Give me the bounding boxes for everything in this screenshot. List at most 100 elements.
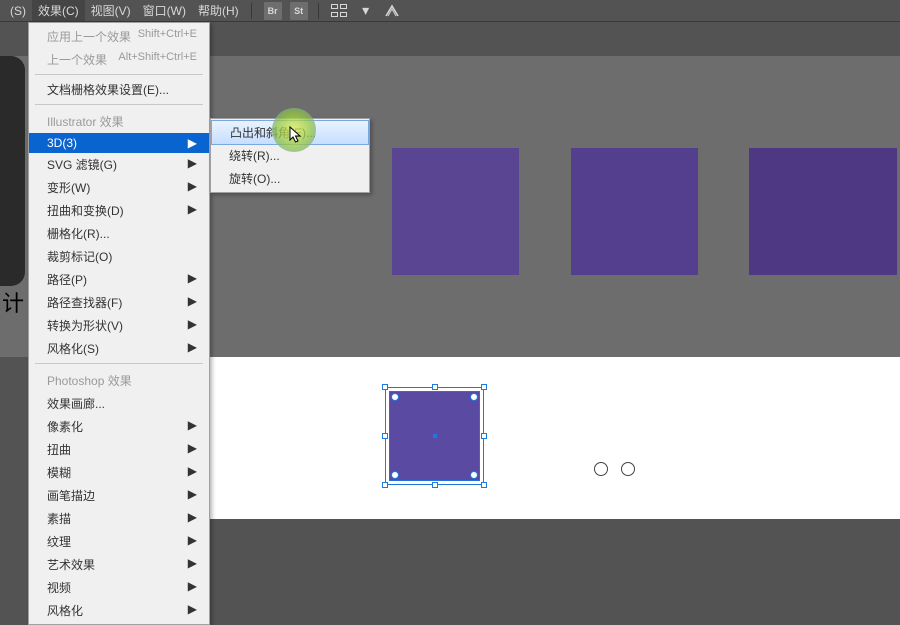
mi-label: 画笔描边: [47, 487, 95, 504]
mi-last-effect-dialog: 上一个效果 Alt+Shift+Ctrl+E: [29, 48, 209, 71]
submenu-arrow-icon: ▶: [188, 136, 197, 150]
menu-view[interactable]: 视图(V): [85, 0, 137, 21]
mi-illustrator-effects-header: Illustrator 效果: [29, 108, 209, 133]
anchor-br[interactable]: [470, 471, 478, 479]
divider: [318, 3, 319, 19]
mi-video[interactable]: 视频▶: [29, 576, 209, 599]
mi-shortcut: Alt+Shift+Ctrl+E: [118, 51, 197, 68]
mi-label: 风格化(S): [47, 340, 99, 357]
clipped-glyph: 计: [2, 286, 24, 318]
mi-rotate[interactable]: 旋转(O)...: [211, 167, 369, 190]
mi-distort-transform[interactable]: 扭曲和变换(D) ▶: [29, 199, 209, 222]
mi-label: 文档栅格效果设置(E)...: [47, 81, 169, 98]
separator: [35, 363, 203, 364]
mi-label: SVG 滤镜(G): [47, 156, 117, 173]
arrange-documents-icon[interactable]: [331, 4, 349, 18]
selected-square[interactable]: [385, 387, 484, 485]
mi-effect-gallery[interactable]: 效果画廊...: [29, 392, 209, 415]
mi-pixelate[interactable]: 像素化▶: [29, 415, 209, 438]
hollow-circle-2[interactable]: [621, 462, 635, 476]
resize-handle-l[interactable]: [382, 433, 388, 439]
purple-square-2[interactable]: [571, 148, 698, 275]
mi-label: 像素化: [47, 418, 83, 435]
mi-label: 纹理: [47, 533, 71, 550]
mi-stylize-ps[interactable]: 风格化▶: [29, 599, 209, 622]
mi-stylize-ai[interactable]: 风格化(S) ▶: [29, 337, 209, 360]
mi-label: 上一个效果: [47, 51, 107, 68]
mi-warp[interactable]: 变形(W) ▶: [29, 176, 209, 199]
submenu-arrow-icon: ▶: [188, 317, 197, 334]
mi-revolve[interactable]: 绕转(R)...: [211, 144, 369, 167]
mi-label: 裁剪标记(O): [47, 248, 112, 265]
resize-handle-bl[interactable]: [382, 482, 388, 488]
mi-distort-ps[interactable]: 扭曲 ▶: [29, 438, 209, 461]
mi-svg-filters[interactable]: SVG 滤镜(G) ▶: [29, 153, 209, 176]
dark-panel-edge: [0, 56, 25, 286]
mi-label: 模糊: [47, 464, 71, 481]
resize-handle-b[interactable]: [432, 482, 438, 488]
resize-handle-br[interactable]: [481, 482, 487, 488]
submenu-arrow-icon: ▶: [188, 271, 197, 288]
mi-label: 栅格化(R)...: [47, 225, 110, 242]
mi-label: 凸出和斜角(E)...: [230, 126, 316, 140]
mi-label: 艺术效果: [47, 556, 95, 573]
mi-crop-marks[interactable]: 裁剪标记(O): [29, 245, 209, 268]
mi-label: 扭曲: [47, 441, 71, 458]
submenu-arrow-icon: ▶: [188, 294, 197, 311]
purple-square-3[interactable]: [749, 148, 897, 275]
purple-square-1[interactable]: [392, 148, 519, 275]
dropdown-chevron-icon[interactable]: ▾: [357, 4, 375, 18]
hollow-circle-1[interactable]: [594, 462, 608, 476]
menu-select[interactable]: (S): [4, 2, 32, 20]
mi-texture[interactable]: 纹理▶: [29, 530, 209, 553]
divider: [251, 3, 252, 19]
mi-extrude-bevel[interactable]: 凸出和斜角(E)...: [211, 120, 369, 145]
gpu-preview-icon[interactable]: [383, 4, 401, 18]
mi-3d[interactable]: 3D(3) ▶: [29, 133, 209, 153]
mi-label: Illustrator 效果: [47, 113, 124, 130]
submenu-arrow-icon: ▶: [188, 179, 197, 196]
mi-convert-to-shape[interactable]: 转换为形状(V)▶: [29, 314, 209, 337]
submenu-arrow-icon: ▶: [188, 340, 197, 357]
anchor-tr[interactable]: [470, 393, 478, 401]
mi-artistic[interactable]: 艺术效果 ▶: [29, 553, 209, 576]
anchor-tl[interactable]: [391, 393, 399, 401]
bridge-icon[interactable]: Br: [264, 2, 282, 20]
mi-label: 变形(W): [47, 179, 90, 196]
mi-blur[interactable]: 模糊 ▶: [29, 461, 209, 484]
menu-window[interactable]: 窗口(W): [137, 0, 192, 21]
mi-brush-strokes[interactable]: 画笔描边 ▶: [29, 484, 209, 507]
mi-rasterize[interactable]: 栅格化(R)...: [29, 222, 209, 245]
mi-label: 扭曲和变换(D): [47, 202, 124, 219]
menubar: (S) 效果(C) 视图(V) 窗口(W) 帮助(H) Br St ▾: [0, 0, 900, 22]
submenu-arrow-icon: ▶: [188, 487, 197, 504]
stock-icon[interactable]: St: [290, 2, 308, 20]
resize-handle-tr[interactable]: [481, 384, 487, 390]
mi-shortcut: Shift+Ctrl+E: [138, 28, 197, 45]
mi-label: 3D(3): [47, 136, 77, 150]
resize-handle-r[interactable]: [481, 433, 487, 439]
mi-pathfinder[interactable]: 路径查找器(F)▶: [29, 291, 209, 314]
resize-handle-t[interactable]: [432, 384, 438, 390]
menu-effect[interactable]: 效果(C): [32, 0, 85, 21]
resize-handle-tl[interactable]: [382, 384, 388, 390]
submenu-arrow-icon: ▶: [188, 464, 197, 481]
mi-label: 风格化: [47, 602, 83, 619]
mi-label: 绕转(R)...: [229, 149, 280, 163]
mi-label: 视频: [47, 579, 71, 596]
separator: [35, 74, 203, 75]
mi-path[interactable]: 路径(P)▶: [29, 268, 209, 291]
effects-dropdown: 应用上一个效果 Shift+Ctrl+E 上一个效果 Alt+Shift+Ctr…: [28, 22, 210, 625]
artboard[interactable]: [208, 357, 900, 519]
mi-label: Photoshop 效果: [47, 372, 132, 389]
submenu-arrow-icon: ▶: [188, 202, 197, 219]
submenu-arrow-icon: ▶: [188, 556, 197, 573]
submenu-arrow-icon: ▶: [188, 156, 197, 173]
separator: [35, 104, 203, 105]
mi-label: 旋转(O)...: [229, 172, 280, 186]
anchor-bl[interactable]: [391, 471, 399, 479]
mi-doc-raster-settings[interactable]: 文档栅格效果设置(E)...: [29, 78, 209, 101]
submenu-arrow-icon: ▶: [188, 441, 197, 458]
menu-help[interactable]: 帮助(H): [192, 0, 245, 21]
center-point[interactable]: [433, 434, 437, 438]
